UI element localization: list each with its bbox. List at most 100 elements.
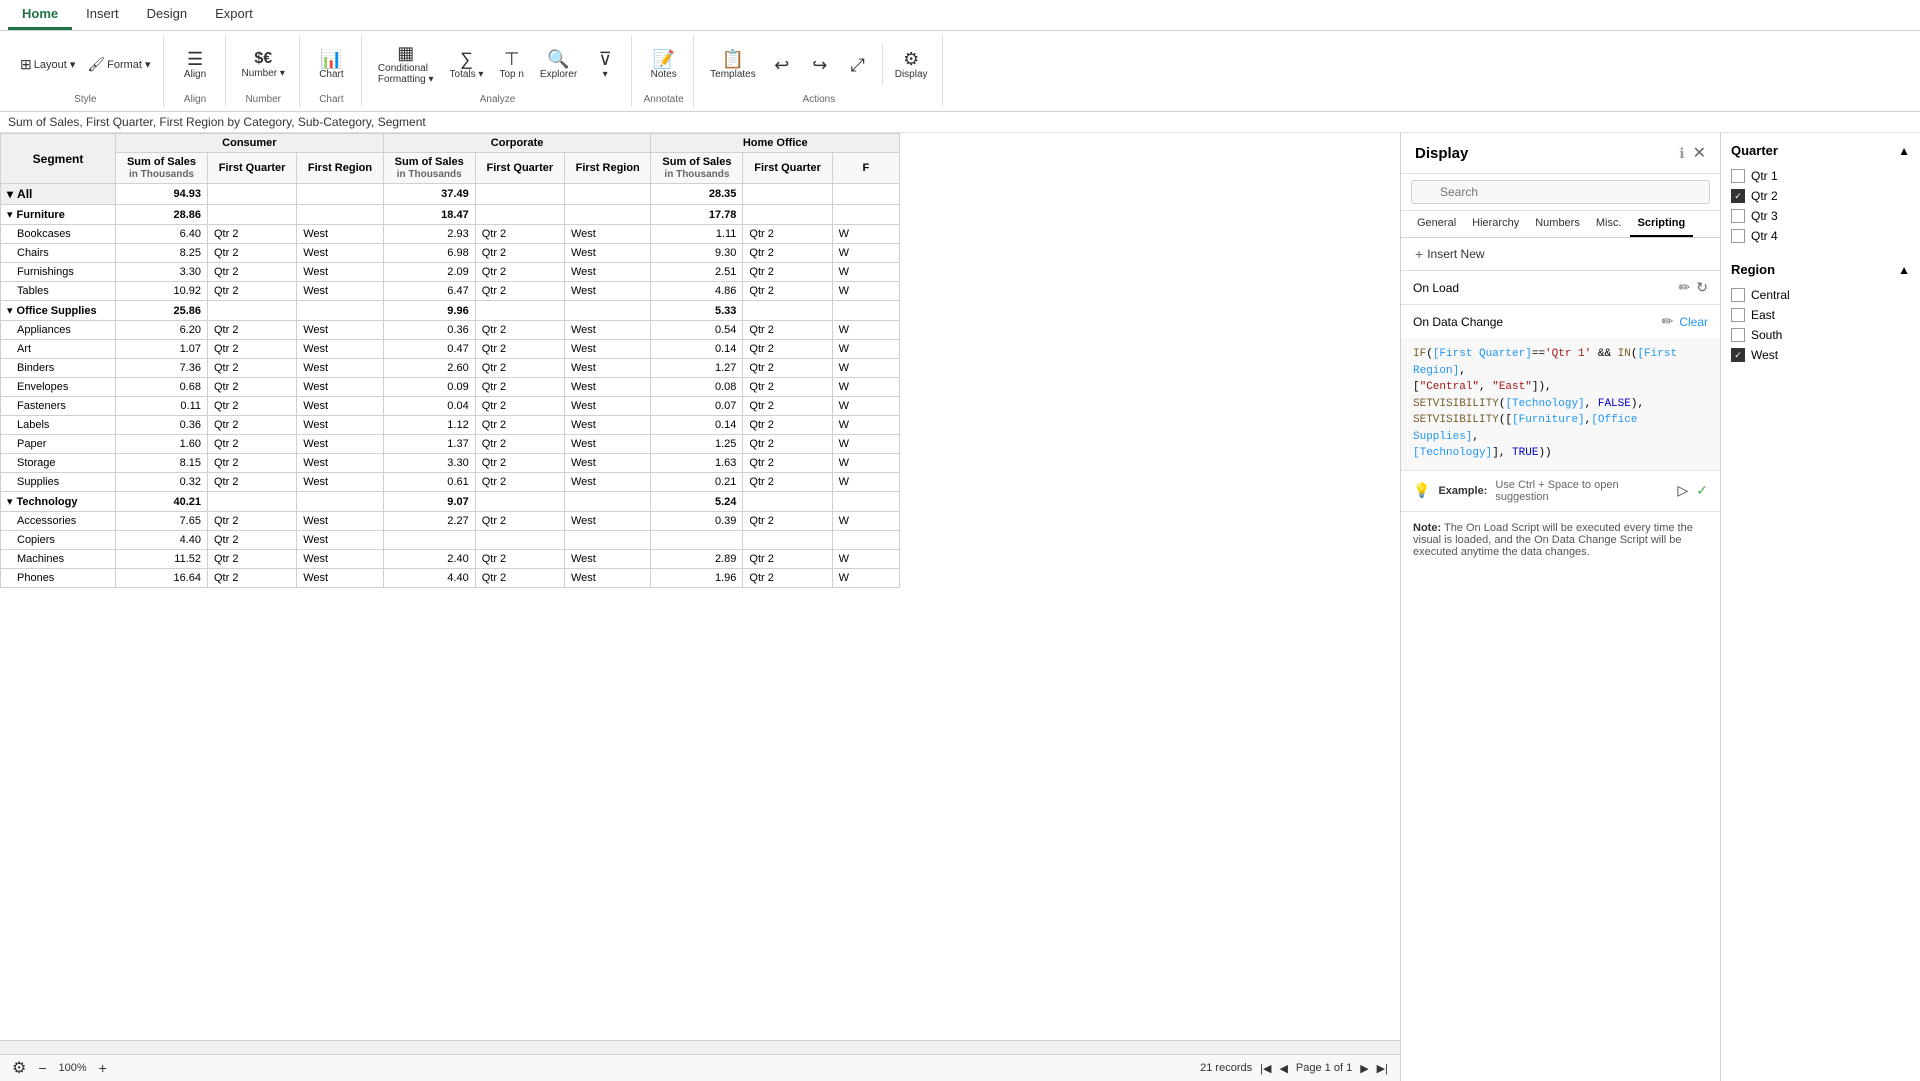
align-button[interactable]: ☰ Align [177, 46, 213, 84]
table-container[interactable]: Segment Consumer Corporate Home Office S… [0, 133, 1400, 1040]
cell: West [564, 473, 650, 492]
notes-button[interactable]: 📝 Notes [645, 46, 683, 84]
tab-export[interactable]: Export [201, 0, 267, 30]
filter-checkbox[interactable] [1731, 328, 1745, 342]
table-row: Tables 10.92 Qtr 2 West 6.47 Qtr 2 West … [1, 282, 900, 301]
zoom-minus[interactable]: − [38, 1060, 46, 1076]
filter-button[interactable]: ⊽ ▾ [587, 46, 623, 84]
cell: West [564, 244, 650, 263]
filter-item[interactable]: West [1731, 345, 1910, 365]
filter-item[interactable]: Qtr 4 [1731, 226, 1910, 246]
tab-design[interactable]: Design [133, 0, 201, 30]
tab-home[interactable]: Home [8, 0, 72, 30]
ribbon-group-chart: 📊 Chart Chart [302, 35, 362, 107]
cell: W [832, 550, 899, 569]
edit-icon[interactable]: ✏ [1679, 279, 1691, 296]
ribbon-content: ⊞ Layout ▾ 🖌 Format ▾ Style ☰ Align Alig… [0, 31, 1920, 111]
filter-checkbox[interactable] [1731, 348, 1745, 362]
templates-button[interactable]: 📋 Templates [704, 46, 762, 84]
insert-new-bar[interactable]: + Insert New [1401, 238, 1720, 271]
clear-button[interactable]: Clear [1679, 315, 1708, 329]
tab-numbers[interactable]: Numbers [1527, 211, 1588, 237]
explorer-button[interactable]: 🔍 Explorer [534, 46, 583, 84]
cell [743, 301, 832, 321]
display-icon: ⚙ [903, 50, 919, 68]
conditional-formatting-button[interactable]: ▦ ConditionalFormatting ▾ [372, 40, 440, 89]
cell: Qtr 2 [207, 473, 296, 492]
cell [832, 205, 899, 225]
format-button[interactable]: 🖌 Format ▾ [83, 54, 154, 75]
close-button[interactable]: ✕ [1693, 143, 1706, 163]
page-next[interactable]: ▶ [1360, 1062, 1368, 1075]
layout-button[interactable]: ⊞ Layout ▾ [16, 54, 79, 75]
filter-checkbox[interactable] [1731, 288, 1745, 302]
horizontal-scrollbar[interactable] [0, 1040, 1400, 1054]
cell [832, 531, 899, 550]
tab-hierarchy[interactable]: Hierarchy [1464, 211, 1527, 237]
chart-button[interactable]: 📊 Chart [313, 46, 349, 84]
cell: West [297, 550, 383, 569]
settings-icon[interactable]: ⚙ [12, 1058, 26, 1078]
redo-button[interactable]: ↪ [802, 52, 838, 78]
cell: 0.11 [116, 397, 208, 416]
homeoffice-header: Home Office [651, 134, 900, 153]
filter-checkbox[interactable] [1731, 209, 1745, 223]
run-icon[interactable]: ▷ [1677, 482, 1688, 499]
tab-insert[interactable]: Insert [72, 0, 133, 30]
cell: 1.37 [383, 435, 475, 454]
cell: 1.27 [651, 359, 743, 378]
quarter-collapse-icon[interactable]: ▲ [1898, 144, 1910, 158]
totals-label: Totals ▾ [450, 69, 484, 80]
resize-button[interactable]: ⤢ [840, 52, 876, 78]
number-group-label: Number [245, 94, 281, 105]
filter-item-label: Qtr 4 [1751, 229, 1778, 243]
filter-item[interactable]: Qtr 3 [1731, 206, 1910, 226]
cell: Qtr 2 [475, 282, 564, 301]
tab-scripting[interactable]: Scripting [1630, 211, 1694, 237]
filter-checkbox[interactable] [1731, 169, 1745, 183]
undo-button[interactable]: ↩ [764, 52, 800, 78]
on-data-change-header[interactable]: On Data Change ✏ Clear [1401, 305, 1720, 338]
display-button[interactable]: ⚙ Display [889, 46, 934, 84]
cell: Qtr 2 [207, 359, 296, 378]
corporate-sales-header: Sum of Salesin Thousands [383, 153, 475, 184]
edit-data-icon[interactable]: ✏ [1662, 313, 1674, 330]
display-panel-title: Display [1415, 145, 1679, 162]
tab-misc[interactable]: Misc. [1588, 211, 1630, 237]
refresh-icon[interactable]: ↻ [1696, 279, 1708, 296]
quarter-group-header[interactable]: Quarter ▲ [1731, 143, 1910, 158]
all-label: ▾All [1, 184, 116, 205]
item-label: Appliances [1, 321, 116, 340]
search-input[interactable] [1411, 180, 1710, 204]
filter-item[interactable]: East [1731, 305, 1910, 325]
cell [383, 531, 475, 550]
number-button[interactable]: $€ Number ▾ [236, 47, 291, 83]
filter-item[interactable]: Qtr 2 [1731, 186, 1910, 206]
filter-checkbox[interactable] [1731, 229, 1745, 243]
region-collapse-icon[interactable]: ▲ [1898, 263, 1910, 277]
cell: Qtr 2 [207, 225, 296, 244]
tab-general[interactable]: General [1409, 211, 1464, 237]
region-group-header[interactable]: Region ▲ [1731, 262, 1910, 277]
filter-checkbox[interactable] [1731, 189, 1745, 203]
totals-button[interactable]: ∑ Totals ▾ [444, 46, 490, 84]
cell: 28.86 [116, 205, 208, 225]
code-editor[interactable]: IF([First Quarter]=='Qtr 1' && IN([First… [1401, 338, 1720, 470]
topn-button[interactable]: ⊤ Top n [493, 46, 529, 84]
cell: 2.27 [383, 512, 475, 531]
cell [832, 492, 899, 512]
page-last[interactable]: ▶| [1377, 1062, 1388, 1075]
on-load-header[interactable]: On Load ✏ ↻ [1401, 271, 1720, 304]
filter-item[interactable]: South [1731, 325, 1910, 345]
filter-item[interactable]: Central [1731, 285, 1910, 305]
zoom-plus[interactable]: + [99, 1060, 107, 1076]
explorer-label: Explorer [540, 69, 577, 80]
filter-checkbox[interactable] [1731, 308, 1745, 322]
item-label: Phones [1, 569, 116, 588]
item-label: Fasteners [1, 397, 116, 416]
filter-item[interactable]: Qtr 1 [1731, 166, 1910, 186]
page-prev[interactable]: ◀ [1279, 1062, 1287, 1075]
page-first[interactable]: |◀ [1260, 1062, 1271, 1075]
check-icon[interactable]: ✓ [1696, 482, 1708, 499]
table-row: Copiers 4.40 Qtr 2 West [1, 531, 900, 550]
